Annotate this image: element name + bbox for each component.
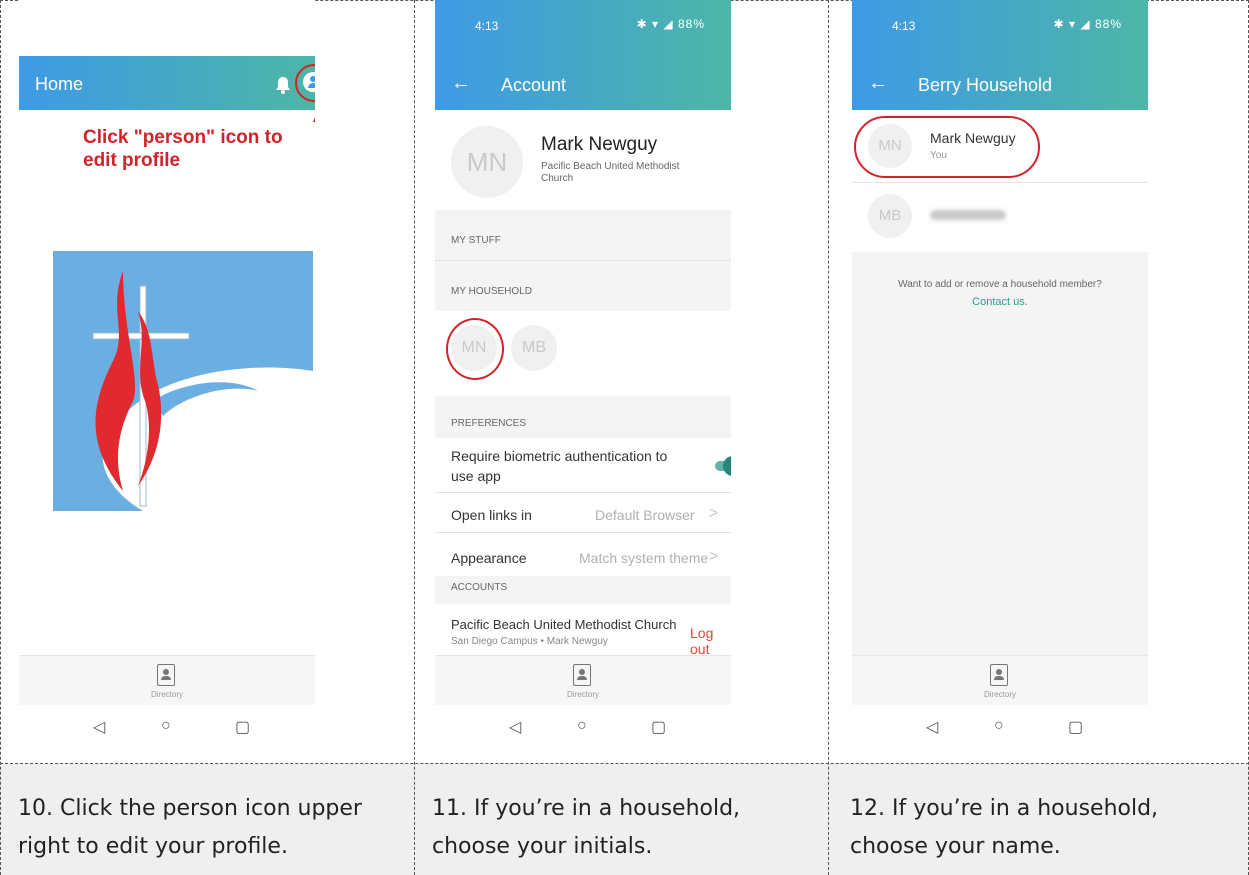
account-subtitle: San Diego Campus • Mark Newguy [451, 636, 608, 647]
status-time: 4:13 [475, 19, 499, 33]
section-accounts: ACCOUNTS [435, 576, 731, 604]
household-note: Want to add or remove a household member… [898, 279, 1102, 290]
annotation-arrow-head [313, 106, 315, 122]
back-icon[interactable]: ◁ [93, 717, 105, 737]
phone-household-screen: 4:13 ✱ ▾ ◢ 88% ← Berry Household MN Mark… [852, 0, 1148, 763]
status-bar: 4:13 ✱ ▾ ◢ 88% [435, 0, 731, 58]
appbar-title: Account [501, 75, 567, 95]
highlight-circle-initials [446, 318, 504, 380]
household-footer [852, 252, 1148, 672]
directory-tab[interactable]: Directory [852, 655, 1148, 705]
household-avatar-mb[interactable]: MB [511, 325, 557, 371]
contact-us-link[interactable]: Contact us. [852, 296, 1148, 308]
logout-button[interactable]: Log out [690, 625, 731, 657]
directory-icon [157, 664, 175, 686]
table-row-divider [0, 763, 1249, 764]
back-arrow-icon[interactable]: ← [868, 72, 888, 95]
section-preferences: PREFERENCES [435, 396, 731, 438]
caption-step-12: 12. If you’re in a household, choose you… [850, 796, 1159, 859]
directory-label: Directory [983, 690, 1016, 699]
bottom-navigation: Directory ◁ ○ ▢ [852, 655, 1148, 763]
directory-label: Directory [150, 690, 183, 699]
back-icon[interactable]: ◁ [926, 717, 938, 737]
appearance-value: Match system theme [579, 550, 709, 566]
section-my-stuff: MY STUFF [435, 210, 731, 260]
highlight-circle-name [854, 116, 1040, 178]
church-logo [53, 251, 313, 511]
open-links-value: Default Browser [595, 507, 695, 523]
caption-step-10: 10. Click the person icon upper right to… [18, 796, 362, 859]
chevron-right-icon: > [709, 548, 719, 565]
phone-account-screen: 4:13 ✱ ▾ ◢ 88% ← Account MN Mark Newguy … [435, 0, 731, 763]
blurred-member-name [930, 210, 1006, 220]
status-icons: ✱ ▾ ◢ 88% [636, 17, 705, 31]
table-border-left [0, 0, 1, 875]
profile-name[interactable]: Mark Newguy [541, 134, 657, 156]
caption-step-11: 11. If you’re in a household, choose you… [432, 796, 741, 859]
table-divider-1 [414, 0, 415, 875]
divider [852, 182, 1148, 183]
back-arrow-icon[interactable]: ← [451, 72, 471, 95]
bottom-navigation: Directory ◁ ○ ▢ [435, 655, 731, 763]
home-appbar: Home [19, 56, 315, 110]
biometric-toggle-thumb[interactable] [723, 456, 731, 476]
directory-icon [573, 664, 591, 686]
divider [435, 532, 731, 533]
status-icons: ✱ ▾ ◢ 88% [1053, 17, 1122, 31]
phone-home-screen: Home Click "person" icon to edit profile… [19, 0, 315, 763]
biometric-label: Require biometric authentication to use … [451, 448, 668, 484]
back-icon[interactable]: ◁ [509, 717, 521, 737]
status-bar: 4:13 ✱ ▾ ◢ 88% [852, 0, 1148, 58]
profile-avatar[interactable]: MN [451, 126, 523, 198]
open-links-label: Open links in [451, 507, 532, 523]
recents-icon[interactable]: ▢ [1068, 717, 1083, 737]
home-icon[interactable]: ○ [161, 717, 171, 735]
home-icon[interactable]: ○ [577, 717, 587, 735]
appbar-title: Berry Household [918, 75, 1053, 95]
account-church-name: Pacific Beach United Methodist Church [451, 617, 677, 632]
directory-tab[interactable]: Directory [435, 655, 731, 705]
account-appbar: ← Account [435, 58, 731, 110]
household-appbar: ← Berry Household [852, 58, 1148, 110]
appbar-title: Home [35, 74, 84, 94]
bell-icon[interactable] [275, 76, 291, 94]
chevron-right-icon: > [709, 505, 719, 522]
member-avatar: MB [868, 194, 912, 238]
directory-tab[interactable]: Directory [19, 655, 315, 705]
appearance-label: Appearance [451, 550, 527, 566]
recents-icon[interactable]: ▢ [651, 717, 666, 737]
annotation-text: Click "person" icon to edit profile [83, 127, 283, 171]
home-icon[interactable]: ○ [994, 717, 1004, 735]
divider [435, 492, 731, 493]
section-my-household: MY HOUSEHOLD [435, 261, 731, 311]
directory-icon [990, 664, 1008, 686]
table-divider-2 [828, 0, 829, 875]
directory-label: Directory [566, 690, 599, 699]
status-time: 4:13 [892, 19, 916, 33]
profile-church: Pacific Beach United Methodist Church [541, 161, 680, 184]
bottom-navigation: Directory ◁ ○ ▢ [19, 655, 315, 763]
recents-icon[interactable]: ▢ [235, 717, 250, 737]
